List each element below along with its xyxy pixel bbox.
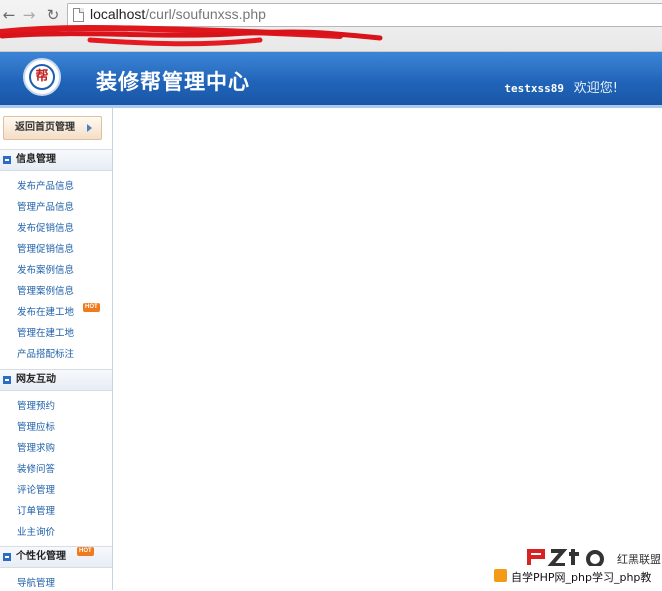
- menu-item[interactable]: 发布促销信息: [17, 222, 74, 236]
- back-arrow-icon[interactable]: ←: [0, 5, 18, 25]
- watermark-bar: 自学PHP网_php学习_php教: [489, 566, 662, 586]
- address-url[interactable]: localhost/curl/soufunxss.php: [90, 6, 266, 22]
- back-to-home-button[interactable]: 返回首页管理: [3, 116, 102, 140]
- menu-item[interactable]: 订单管理: [17, 505, 55, 519]
- page-icon: [73, 8, 84, 22]
- section-title: 信息管理: [16, 154, 56, 165]
- user-info: testxss89 欢迎您!: [504, 77, 618, 96]
- section-title: 个性化管理: [16, 551, 66, 562]
- welcome-text: 欢迎您!: [573, 81, 618, 96]
- menu-item[interactable]: 发布案例信息: [17, 264, 74, 278]
- page-title: 装修帮管理中心: [96, 70, 250, 94]
- menu-item[interactable]: 评论管理: [17, 484, 55, 498]
- menu-item[interactable]: 产品搭配标注: [17, 348, 74, 362]
- username: testxss89: [504, 82, 564, 95]
- hot-badge: HOT: [83, 303, 100, 312]
- reload-icon[interactable]: ↻: [44, 5, 62, 25]
- redaction-scribble: [0, 25, 383, 47]
- forward-arrow-icon[interactable]: →: [20, 5, 38, 25]
- admin-header: 帮 装修帮管理中心 testxss89 欢迎您!: [0, 52, 662, 108]
- site-logo: 帮: [23, 58, 61, 96]
- section-header-interaction[interactable]: 网友互动: [0, 369, 112, 391]
- browser-toolbar: ← → ↻ localhost/curl/soufunxss.php: [0, 0, 662, 52]
- php-icon: [494, 569, 507, 582]
- menu-item[interactable]: 业主询价: [17, 526, 55, 540]
- menu-item[interactable]: 管理在建工地: [17, 327, 74, 341]
- menu-item[interactable]: 发布产品信息: [17, 180, 74, 194]
- menu-item[interactable]: 管理促销信息: [17, 243, 74, 257]
- menu-item[interactable]: 发布在建工地: [17, 306, 74, 320]
- collapse-icon[interactable]: [3, 376, 11, 384]
- watermark-text: 自学PHP网_php学习_php教: [511, 571, 652, 584]
- menu-item[interactable]: 装修问答: [17, 463, 55, 477]
- watermark-brand: 红黑联盟: [617, 553, 661, 566]
- collapse-icon[interactable]: [3, 553, 11, 561]
- url-path: /curl/soufunxss.php: [145, 6, 266, 22]
- collapse-icon[interactable]: [3, 156, 11, 164]
- url-host: localhost: [90, 6, 146, 22]
- back-to-home-label: 返回首页管理: [15, 122, 75, 133]
- section-header-personalization[interactable]: 个性化管理: [0, 546, 112, 568]
- logo-mark: 帮: [29, 64, 55, 90]
- menu-item[interactable]: 管理应标: [17, 421, 55, 435]
- menu-item[interactable]: 管理产品信息: [17, 201, 74, 215]
- section-header-info[interactable]: 信息管理: [0, 149, 112, 171]
- menu-item[interactable]: 管理预约: [17, 400, 55, 414]
- menu-item[interactable]: 导航管理: [17, 577, 55, 591]
- sidebar: 返回首页管理 信息管理 发布产品信息 管理产品信息 发布促销信息 管理促销信息 …: [0, 108, 113, 590]
- play-arrow-icon: [87, 124, 92, 132]
- section-title: 网友互动: [16, 374, 56, 385]
- menu-item[interactable]: 管理案例信息: [17, 285, 74, 299]
- menu-item[interactable]: 管理求购: [17, 442, 55, 456]
- hot-badge: HOT: [77, 547, 94, 556]
